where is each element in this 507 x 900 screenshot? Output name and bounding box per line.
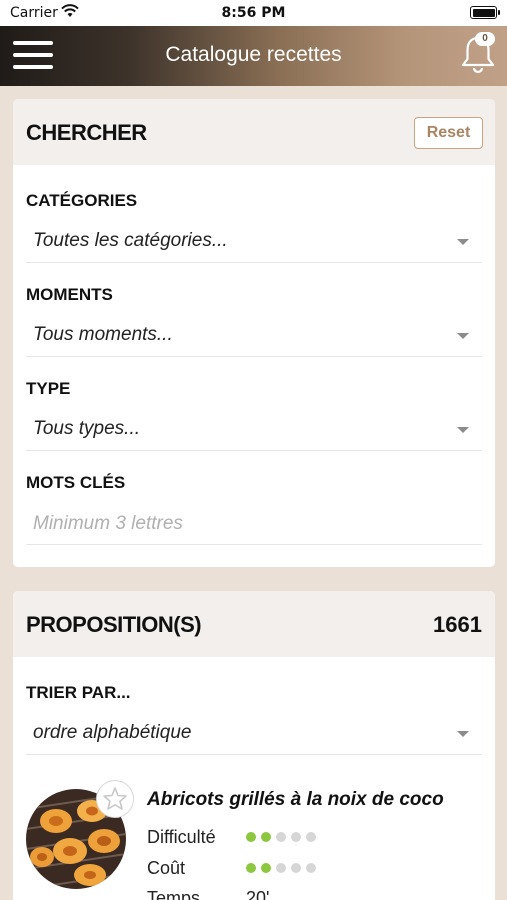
difficulty-label: Difficulté — [147, 827, 216, 847]
type-label: TYPE — [26, 379, 71, 398]
moments-value: Tous moments... — [33, 324, 173, 345]
rating-dot-empty — [291, 863, 301, 873]
categories-label: CATÉGORIES — [26, 191, 138, 210]
cost-label: Coût — [147, 858, 186, 878]
difficulty-rating — [246, 829, 321, 847]
favorite-button[interactable] — [96, 780, 134, 818]
chevron-down-icon — [457, 427, 469, 433]
sort-label: TRIER PAR... — [26, 683, 131, 702]
rating-dot-empty — [306, 832, 316, 842]
results-title: PROPOSITION(S) — [26, 612, 202, 637]
results-count: 1661 — [433, 612, 482, 637]
reset-button[interactable]: Reset — [414, 117, 483, 149]
status-bar: Carrier 8:56 PM — [0, 0, 507, 26]
rating-dot-filled — [261, 863, 271, 873]
chevron-down-icon — [457, 731, 469, 737]
clock: 8:56 PM — [221, 5, 286, 21]
rating-dot-empty — [276, 832, 286, 842]
nav-bar: Catalogue recettes — [0, 26, 507, 86]
rating-dot-filled — [246, 863, 256, 873]
notification-badge: 0 — [475, 32, 495, 46]
categories-value: Toutes les catégories... — [33, 230, 228, 251]
cost-rating — [246, 860, 321, 878]
keywords-field — [26, 505, 482, 545]
keywords-label: MOTS CLÉS — [26, 473, 126, 492]
rating-dot-empty — [306, 863, 316, 873]
results-header: PROPOSITION(S) 1661 — [13, 591, 495, 657]
moments-label: MOMENTS — [26, 285, 113, 304]
rating-dot-empty — [291, 832, 301, 842]
chevron-down-icon — [457, 239, 469, 245]
results-card: PROPOSITION(S) 1661 TRIER PAR... ordre a… — [13, 591, 495, 900]
type-value: Tous types... — [33, 418, 141, 439]
categories-select[interactable]: Toutes les catégories... — [26, 223, 482, 263]
sort-select[interactable]: ordre alphabétique — [26, 715, 482, 755]
search-title: CHERCHER — [26, 120, 147, 145]
time-label: Temps — [147, 888, 201, 900]
type-select[interactable]: Tous types... — [26, 411, 482, 451]
chevron-down-icon — [457, 333, 469, 339]
time-value: 20' — [246, 888, 270, 900]
star-icon — [103, 787, 127, 810]
search-card: CHERCHER Reset CATÉGORIES Toutes les cat… — [13, 99, 495, 567]
recipe-title: Abricots grillés à la noix de coco — [147, 789, 444, 810]
rating-dot-filled — [261, 832, 271, 842]
rating-dot-empty — [276, 863, 286, 873]
rating-dot-filled — [246, 832, 256, 842]
search-header: CHERCHER Reset — [13, 99, 495, 165]
page-title: Catalogue recettes — [165, 43, 342, 66]
battery-icon — [470, 6, 500, 19]
sort-value: ordre alphabétique — [33, 722, 192, 743]
moments-select[interactable]: Tous moments... — [26, 317, 482, 357]
keywords-input[interactable] — [33, 511, 473, 537]
